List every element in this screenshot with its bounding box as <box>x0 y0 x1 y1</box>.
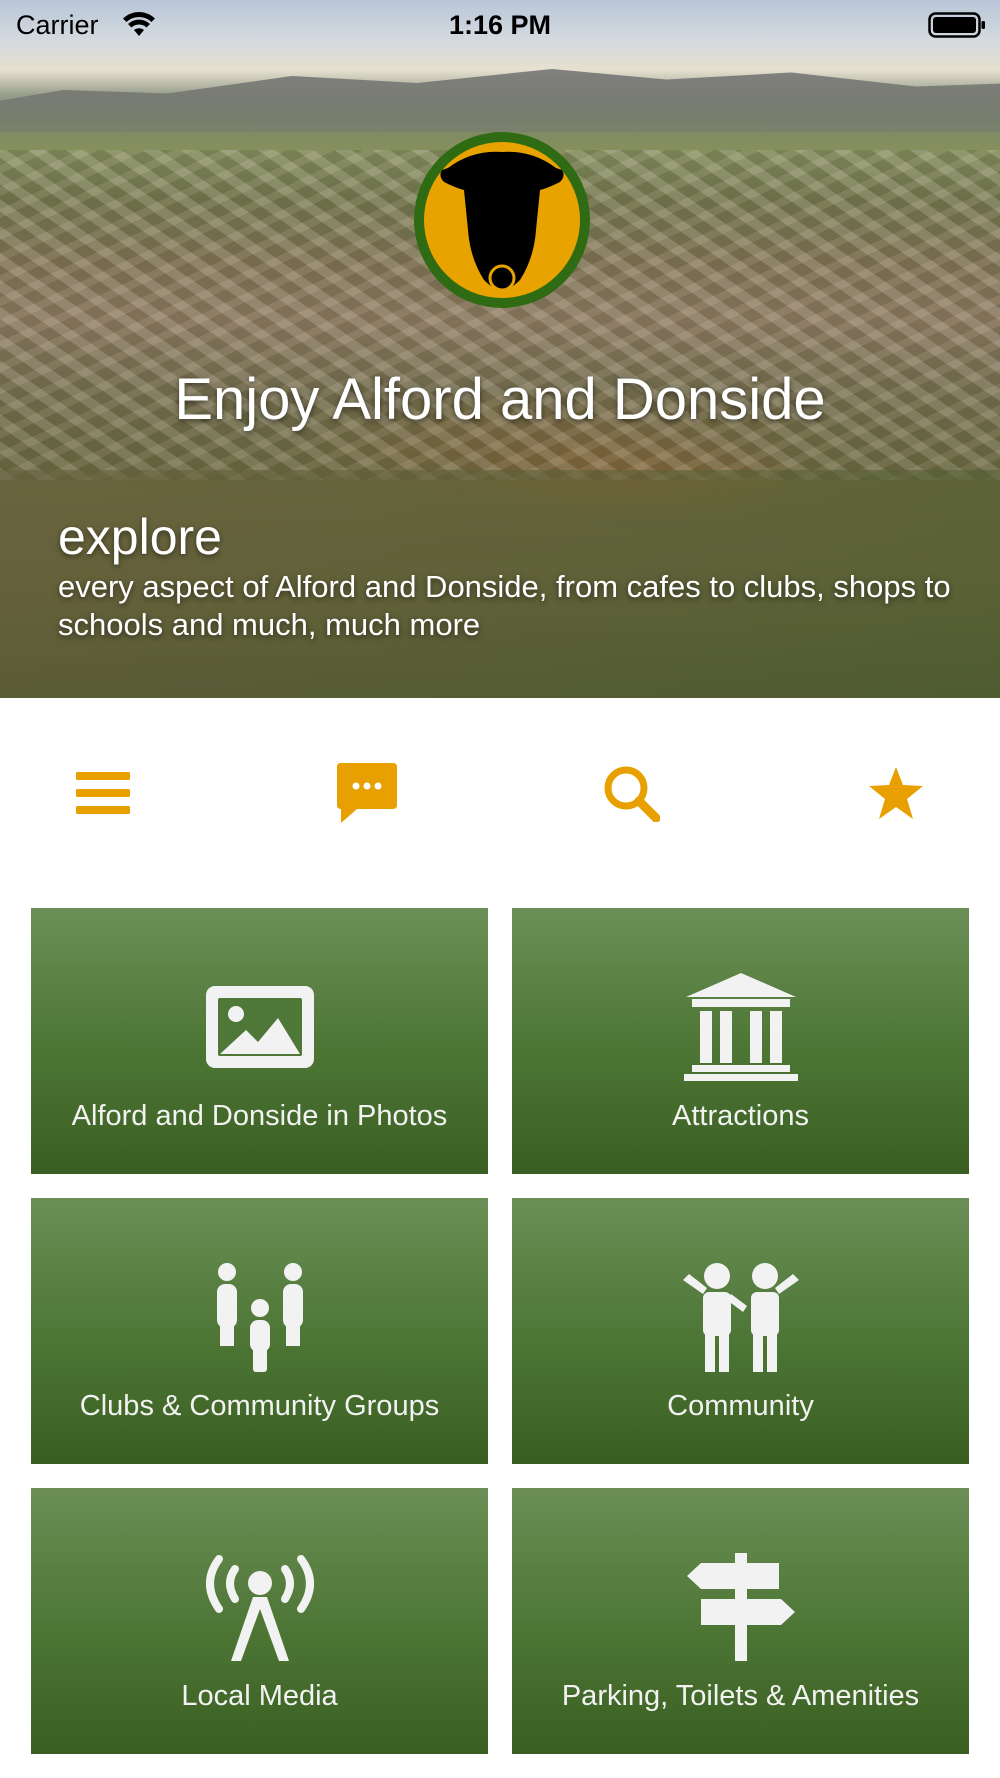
chat-button[interactable] <box>312 740 422 850</box>
star-icon <box>867 765 925 826</box>
hero-banner: Carrier 1:16 PM Enjoy Alford and Donside <box>0 0 1000 698</box>
bull-head-logo <box>412 130 592 310</box>
children-icon <box>512 1260 969 1374</box>
status-bar: Carrier 1:16 PM <box>0 0 1000 50</box>
menu-button[interactable] <box>48 740 158 850</box>
tile-label: Local Media <box>181 1680 338 1712</box>
battery-icon <box>928 12 986 45</box>
image-icon <box>31 970 488 1084</box>
broadcast-icon <box>31 1550 488 1664</box>
favorites-button[interactable] <box>841 740 951 850</box>
search-button[interactable] <box>576 740 686 850</box>
hero-description: every aspect of Alford and Donside, from… <box>58 569 951 642</box>
tile-clubs[interactable]: Clubs & Community Groups <box>31 1198 488 1464</box>
tile-label: Community <box>667 1390 814 1422</box>
tile-local-media[interactable]: Local Media <box>31 1488 488 1754</box>
hero-explore-heading: explore <box>58 509 222 565</box>
museum-icon <box>512 970 969 1084</box>
family-icon <box>31 1260 488 1374</box>
tile-community[interactable]: Community <box>512 1198 969 1464</box>
signpost-icon <box>512 1550 969 1664</box>
tile-photos[interactable]: Alford and Donside in Photos <box>31 908 488 1174</box>
tile-label: Attractions <box>672 1100 809 1132</box>
chat-icon <box>335 761 399 830</box>
quick-actions-toolbar <box>0 740 1000 850</box>
tile-label: Parking, Toilets & Amenities <box>561 1680 920 1712</box>
tile-label: Clubs & Community Groups <box>79 1390 440 1422</box>
tile-label: Alford and Donside in Photos <box>71 1100 448 1132</box>
menu-icon <box>76 770 130 821</box>
clock: 1:16 PM <box>448 10 552 40</box>
tile-attractions[interactable]: Attractions <box>512 908 969 1174</box>
search-icon <box>602 764 661 827</box>
tile-parking-amenities[interactable]: Parking, Toilets & Amenities <box>512 1488 969 1754</box>
hero-title: Enjoy Alford and Donside <box>174 367 826 432</box>
